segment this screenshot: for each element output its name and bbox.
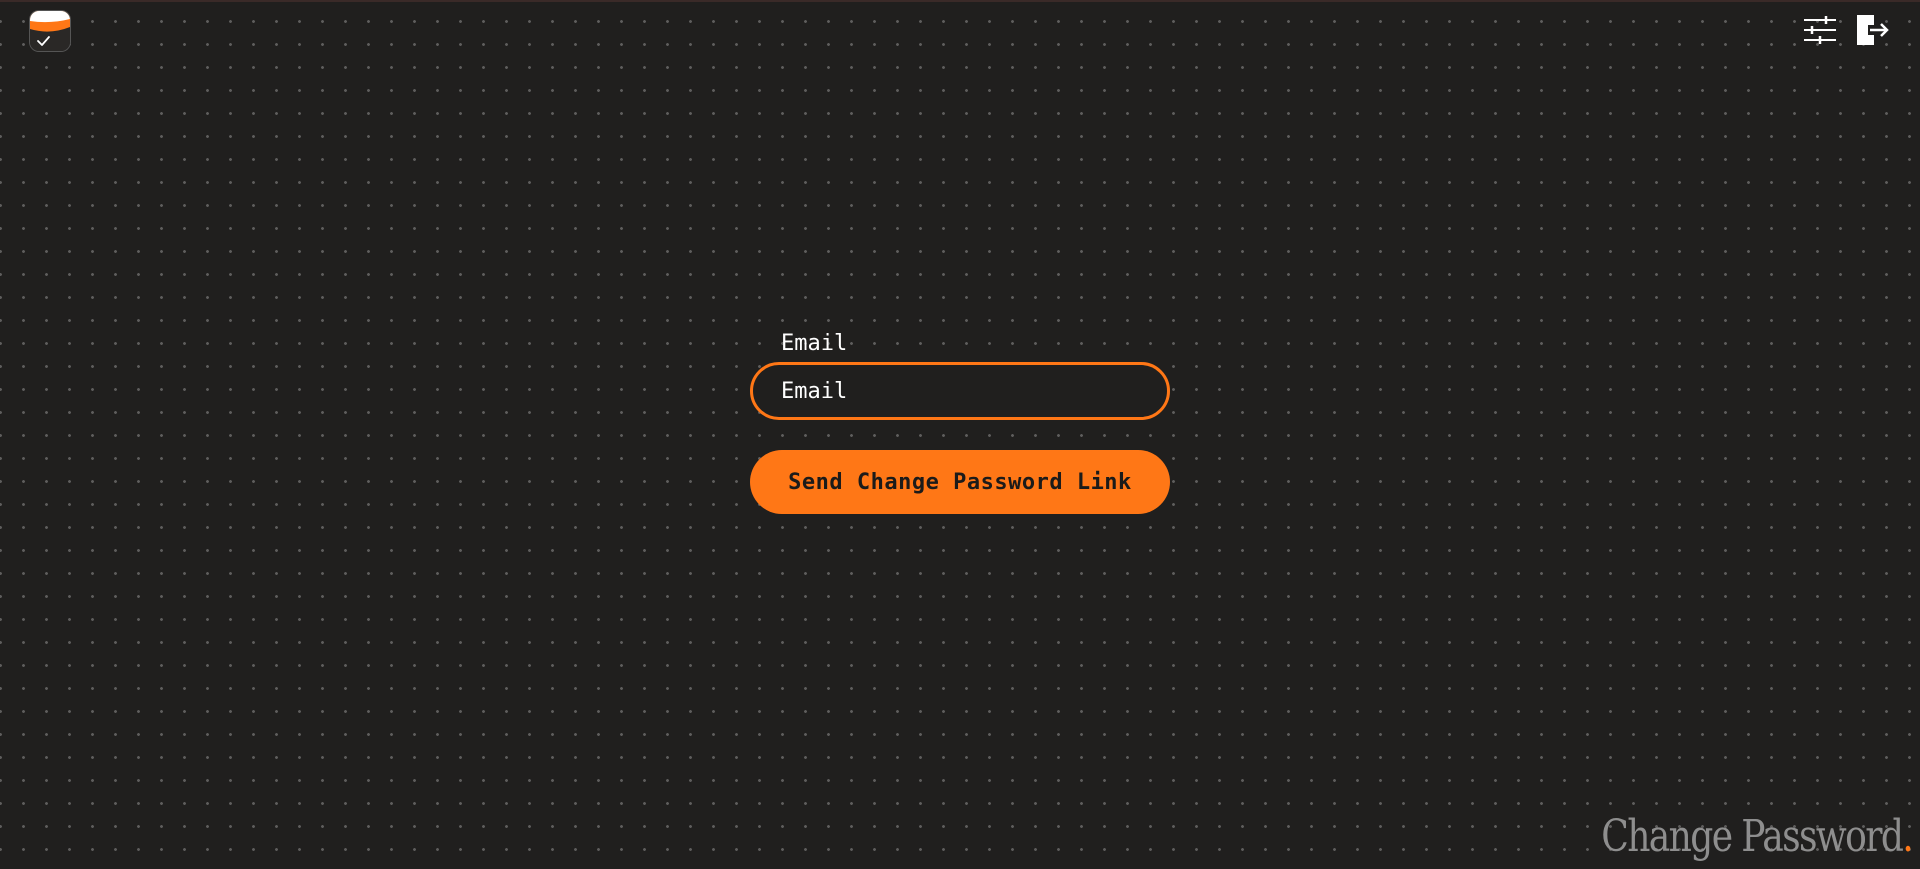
sliders-icon[interactable]	[1802, 12, 1838, 48]
send-change-password-link-button[interactable]: Send Change Password Link	[750, 450, 1170, 514]
watermark-dot: .	[1902, 811, 1913, 862]
email-field[interactable]	[750, 362, 1170, 420]
page-title-watermark: Change Password.	[1601, 815, 1914, 859]
logout-icon[interactable]	[1854, 12, 1890, 48]
change-password-form: Email Send Change Password Link	[750, 330, 1170, 514]
watermark-text: Change Password	[1601, 811, 1904, 862]
task-logo-icon[interactable]	[30, 11, 70, 51]
email-label: Email	[781, 331, 848, 356]
top-border	[0, 0, 1920, 2]
header-actions	[1802, 12, 1890, 48]
